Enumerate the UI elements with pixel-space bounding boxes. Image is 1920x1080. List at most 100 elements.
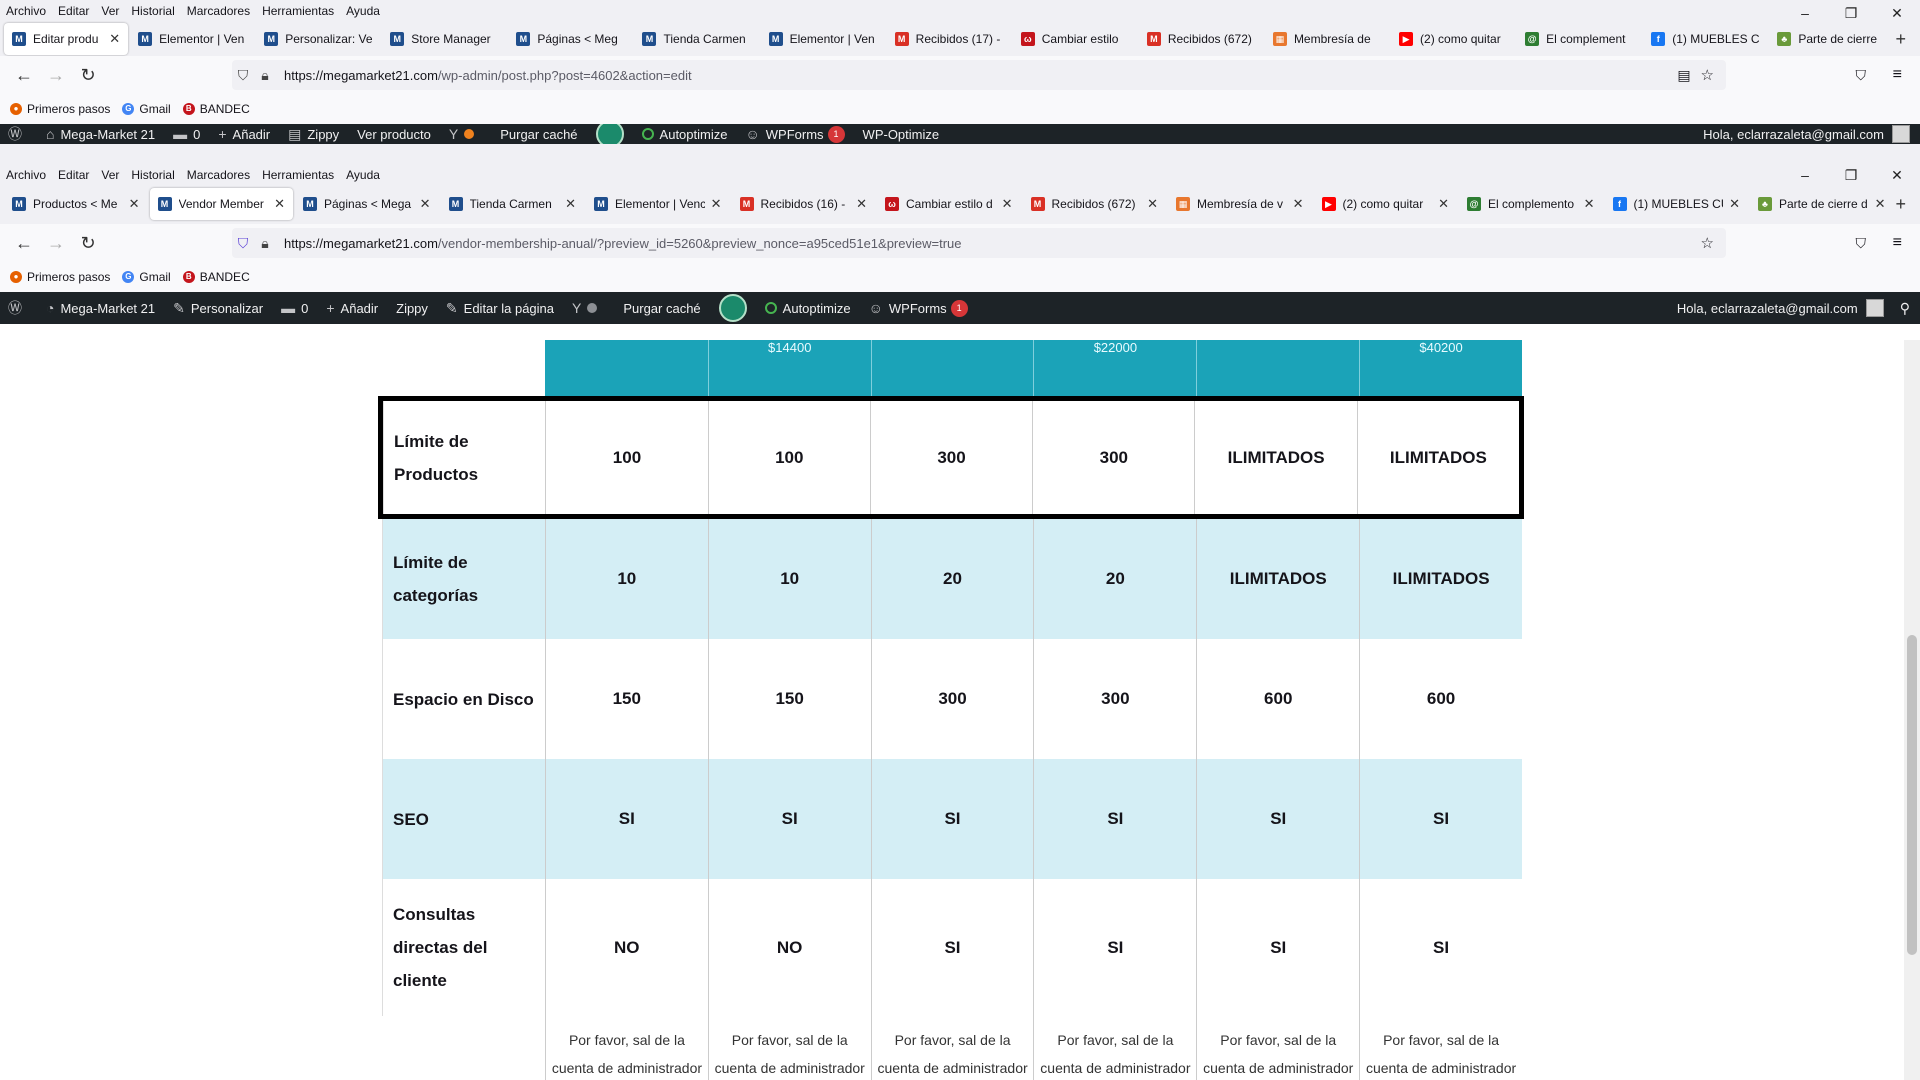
- bookmark-item[interactable]: G Gmail: [122, 102, 171, 116]
- tab-close-icon[interactable]: ✕: [1002, 196, 1013, 212]
- yoast-icon[interactable]: Y: [449, 126, 482, 142]
- browser-tab[interactable]: M Páginas < Meg: [508, 23, 632, 55]
- url-bar[interactable]: ⛉ 🔒︎ https://megamarket21.com/vendor-mem…: [232, 228, 1726, 258]
- customize-link[interactable]: ✎ Personalizar: [173, 300, 263, 317]
- edit-page-link[interactable]: ✎ Editar la página: [446, 300, 554, 317]
- browser-tab[interactable]: M Recibidos (672) ✕: [1023, 188, 1167, 220]
- url-text[interactable]: https://megamarket21.com/vendor-membersh…: [284, 236, 962, 251]
- tab-close-icon[interactable]: ✕: [1584, 196, 1595, 212]
- menu-item[interactable]: Archivo: [6, 4, 46, 18]
- menu-item[interactable]: Herramientas: [262, 4, 334, 18]
- tab-close-icon[interactable]: ✕: [109, 31, 120, 47]
- shield-icon[interactable]: ⛉: [232, 67, 254, 84]
- bookmark-item[interactable]: B BANDEC: [182, 102, 250, 116]
- new-tab-icon[interactable]: +: [1896, 194, 1907, 215]
- bookmark-item[interactable]: B BANDEC: [182, 270, 250, 284]
- tab-close-icon[interactable]: ✕: [1875, 196, 1886, 212]
- tab-close-icon[interactable]: ✕: [274, 196, 285, 212]
- comments-link[interactable]: ▬ 0: [173, 126, 200, 142]
- browser-tab[interactable]: M Recibidos (16) - ✕: [732, 188, 876, 220]
- url-bar[interactable]: ⛉ 🔒︎ https://megamarket21.com/wp-admin/p…: [232, 60, 1726, 90]
- bookmark-item[interactable]: ● Primeros pasos: [10, 102, 110, 116]
- browser-tab[interactable]: ▦ Membresía de v ✕: [1168, 188, 1312, 220]
- bookmark-item[interactable]: G Gmail: [122, 270, 171, 284]
- forward-icon[interactable]: →: [40, 233, 72, 254]
- forward-icon[interactable]: →: [40, 65, 72, 86]
- browser-tab[interactable]: ▶ (2) como quitar ✕: [1314, 188, 1458, 220]
- tab-close-icon[interactable]: ✕: [711, 196, 722, 212]
- yoast-icon[interactable]: Y: [572, 300, 605, 316]
- menu-item[interactable]: Archivo: [6, 168, 46, 182]
- scrollbar-thumb[interactable]: [1907, 635, 1917, 955]
- browser-tab[interactable]: M Recibidos (672): [1139, 23, 1263, 55]
- minimize-icon[interactable]: –: [1782, 166, 1828, 184]
- avatar[interactable]: [1865, 299, 1884, 317]
- add-new-link[interactable]: + Añadir: [218, 126, 270, 142]
- pocket-icon[interactable]: ⛉: [1856, 235, 1867, 252]
- wpforms-link[interactable]: ☺ WPForms 1: [745, 125, 845, 143]
- browser-tab[interactable]: M Elementor | Ven: [761, 23, 885, 55]
- close-icon[interactable]: ✕: [1874, 166, 1920, 184]
- tab-close-icon[interactable]: ✕: [1438, 196, 1449, 212]
- tab-close-icon[interactable]: ✕: [1147, 196, 1158, 212]
- browser-tab[interactable]: ω Cambiar estilo d ✕: [877, 188, 1021, 220]
- browser-tab[interactable]: ▦ Membresía de: [1265, 23, 1389, 55]
- menu-item[interactable]: Herramientas: [262, 168, 334, 182]
- menu-item[interactable]: Historial: [131, 168, 174, 182]
- shield-icon[interactable]: ⛉: [232, 235, 254, 252]
- browser-tab[interactable]: M Tienda Carmen: [634, 23, 758, 55]
- browser-tab[interactable]: f (1) MUEBLES C: [1643, 23, 1767, 55]
- menu-item[interactable]: Ayuda: [346, 4, 380, 18]
- browser-tab[interactable]: @ El complement: [1517, 23, 1641, 55]
- wordpress-logo-icon[interactable]: Ⓦ: [8, 298, 28, 318]
- new-tab-icon[interactable]: +: [1895, 29, 1906, 50]
- browser-tab[interactable]: M Store Manager: [382, 23, 506, 55]
- menu-item[interactable]: Ayuda: [346, 168, 380, 182]
- zippy-link[interactable]: ▤ Zippy: [288, 126, 339, 143]
- comments-link[interactable]: ▬ 0: [281, 300, 308, 316]
- browser-tab[interactable]: M Productos < Me ✕: [4, 188, 148, 220]
- tab-close-icon[interactable]: ✕: [129, 196, 140, 212]
- wordpress-logo-icon[interactable]: Ⓦ: [8, 124, 28, 144]
- reload-icon[interactable]: ↻: [72, 65, 104, 86]
- browser-tab[interactable]: ♣ Parte de cierre d ✕: [1750, 188, 1894, 220]
- menu-icon[interactable]: ≡: [1893, 66, 1902, 84]
- purge-cache-link[interactable]: Purgar caché: [623, 301, 700, 316]
- site-name-link[interactable]: ◔ Mega-Market 21: [46, 300, 155, 316]
- scrollbar[interactable]: [1904, 340, 1920, 1080]
- url-text[interactable]: https://megamarket21.com/wp-admin/post.p…: [284, 68, 692, 83]
- browser-tab[interactable]: ▶ (2) como quitar: [1391, 23, 1515, 55]
- menu-item[interactable]: Ver: [101, 4, 119, 18]
- browser-tab[interactable]: M Elementor | Venc ✕: [586, 188, 730, 220]
- browser-tab[interactable]: M Vendor Member ✕: [149, 188, 293, 220]
- greeting[interactable]: Hola, eclarrazaleta@gmail.com: [1677, 301, 1858, 316]
- menu-item[interactable]: Editar: [58, 168, 89, 182]
- autoptimize-link[interactable]: Autoptimize: [764, 301, 851, 316]
- back-icon[interactable]: ←: [8, 233, 40, 254]
- browser-tab[interactable]: f (1) MUEBLES CU ✕: [1605, 188, 1749, 220]
- autoptimize-link[interactable]: Autoptimize: [641, 127, 727, 142]
- browser-tab[interactable]: M Tienda Carmen ✕: [441, 188, 585, 220]
- tab-close-icon[interactable]: ✕: [1293, 196, 1304, 212]
- browser-tab[interactable]: ω Cambiar estilo: [1013, 23, 1137, 55]
- greeting[interactable]: Hola, eclarrazaleta@gmail.com: [1703, 127, 1884, 142]
- plugin-icon[interactable]: [718, 294, 747, 322]
- reload-icon[interactable]: ↻: [72, 233, 104, 254]
- tab-close-icon[interactable]: ✕: [856, 196, 867, 212]
- zippy-link[interactable]: Zippy: [396, 301, 428, 316]
- menu-item[interactable]: Marcadores: [187, 4, 250, 18]
- menu-icon[interactable]: ≡: [1893, 234, 1902, 252]
- plugin-icon[interactable]: [595, 124, 624, 144]
- browser-tab[interactable]: M Elementor | Ven: [130, 23, 254, 55]
- search-icon[interactable]: ⚲: [1900, 300, 1910, 317]
- tab-close-icon[interactable]: ✕: [420, 196, 431, 212]
- tab-close-icon[interactable]: ✕: [1729, 196, 1740, 212]
- lock-icon[interactable]: 🔒︎: [254, 67, 276, 84]
- browser-tab[interactable]: M Personalizar: Ve: [256, 23, 380, 55]
- bookmark-star-icon[interactable]: ☆: [1701, 234, 1714, 252]
- wp-optimize-link[interactable]: WP-Optimize: [863, 127, 940, 142]
- bookmark-star-icon[interactable]: ☆: [1701, 66, 1714, 84]
- browser-tab[interactable]: M Recibidos (17) -: [887, 23, 1011, 55]
- browser-tab[interactable]: @ El complemento ✕: [1459, 188, 1603, 220]
- bookmark-item[interactable]: ● Primeros pasos: [10, 270, 110, 284]
